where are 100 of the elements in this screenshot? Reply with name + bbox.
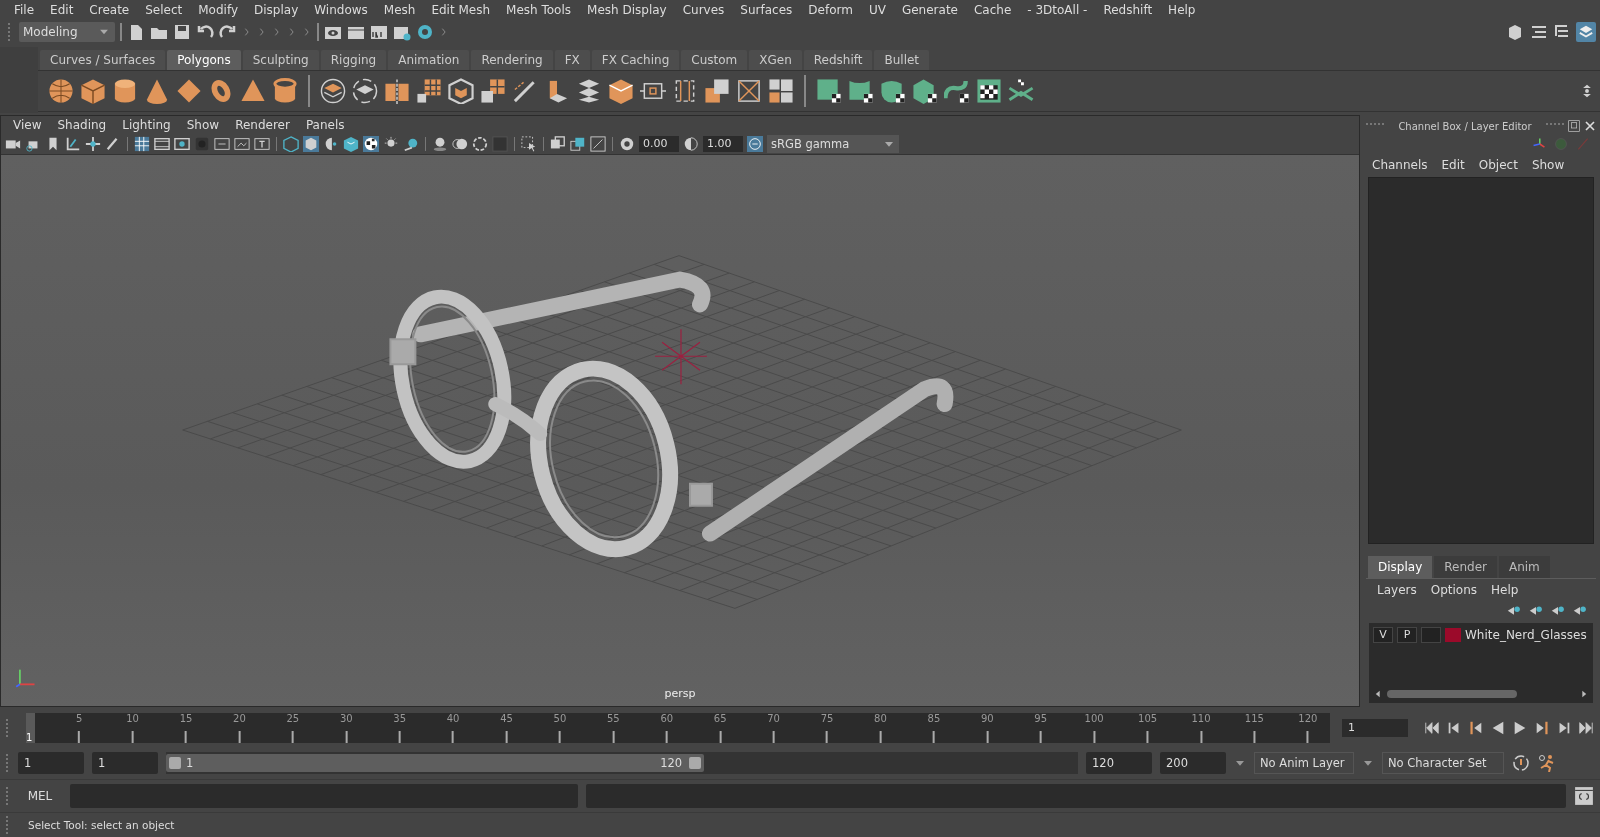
time-slider[interactable]: 5 10 15 20 25 30 35 40 45 50 55 60 65 70 75 80 85 90 95 100 105 110 115 120 1 [26,713,1330,743]
square-target-icon[interactable] [736,78,762,104]
save-icon[interactable] [173,23,191,41]
half-disc-checker-icon[interactable] [880,78,906,104]
menu-item[interactable]: Help [1160,3,1204,17]
wave-checker-icon[interactable] [944,78,970,104]
layer-editor-tab[interactable]: Anim [1498,556,1550,578]
shelf-tab[interactable]: Curves / Surfaces [40,50,166,70]
scroll-left-icon[interactable] [1373,689,1383,699]
textured-cube-icon[interactable] [343,136,359,152]
resolution-gate-icon[interactable] [174,136,190,152]
panel-menu-item[interactable]: Panels [297,118,353,132]
layers-circle-icon[interactable] [352,78,378,104]
script-editor-icon[interactable] [1574,786,1594,806]
menu-item[interactable]: Mesh [375,3,424,17]
scroll-right-icon[interactable] [1579,689,1589,699]
layer-menu-item[interactable]: Layers [1377,583,1417,597]
close-icon[interactable] [1584,120,1596,132]
skip-to-start-icon[interactable] [1424,720,1440,736]
safe-title-icon[interactable] [254,136,270,152]
half-moon-icon[interactable] [323,136,339,152]
shelf-tab[interactable]: Redshift [803,50,873,70]
menu-item[interactable]: Select [137,3,191,17]
menu-item[interactable]: Mesh Display [579,3,675,17]
key-sync-icon[interactable] [1512,754,1530,772]
shelf-tab[interactable]: Custom [681,50,748,70]
perspective-viewport[interactable]: persp [1,155,1359,706]
panel-menu-item[interactable]: Renderer [227,118,298,132]
playback-start-field[interactable]: 1 [92,752,158,774]
shelf-tab[interactable]: Rendering [471,50,553,70]
range-handle[interactable] [169,757,181,769]
layer-editor-tab[interactable]: Render [1434,556,1497,578]
layer-color-swatch[interactable] [1445,628,1461,642]
ambient-occlusion-icon[interactable] [432,136,448,152]
current-frame-marker[interactable]: 1 [26,713,35,743]
anim-layer-dropdown[interactable]: No Anim Layer [1254,752,1354,774]
panel-menu-item[interactable]: Lighting [114,118,179,132]
sphere-icon[interactable] [48,78,74,104]
xray-components-icon[interactable] [590,136,606,152]
diamond-icon[interactable] [176,78,202,104]
menu-item[interactable]: Curves [674,3,733,17]
running-figure-icon[interactable] [1538,754,1556,772]
menu-item[interactable]: File [6,3,43,17]
wireframe-cube-icon[interactable] [283,136,299,152]
current-frame-field[interactable]: 1 [1342,719,1408,737]
squares-icon[interactable] [768,78,794,104]
playback-toggle[interactable]: P [1397,627,1417,643]
command-input-field[interactable] [70,784,578,808]
color-space-dropdown[interactable]: sRGB gamma [767,135,899,153]
exposure-field[interactable]: 0.00 [639,136,679,152]
shelf-tab[interactable]: FX [554,50,590,70]
workspace-dropdown[interactable]: Modeling [19,22,115,42]
grid-icon[interactable] [134,136,150,152]
menu-item[interactable]: Surfaces [732,3,801,17]
playback-end-field[interactable]: 120 [1086,752,1152,774]
menu-item[interactable]: Create [81,3,138,17]
cube-checker-icon[interactable] [912,78,938,104]
layer-menu-item[interactable]: Options [1430,583,1478,597]
shelf-tab[interactable]: FX Caching [591,50,680,70]
pyramid-icon[interactable] [240,78,266,104]
shelf-tab[interactable]: Polygons [167,50,241,70]
command-language-label[interactable]: MEL [18,789,62,803]
step-forward-key-icon[interactable] [1534,720,1550,736]
motion-blur-icon[interactable] [452,136,468,152]
menu-item[interactable]: UV [860,3,894,17]
start-frame-field[interactable]: 1 [18,752,84,774]
shelf-tab[interactable]: Rigging [320,50,387,70]
safe-action-icon[interactable] [234,136,250,152]
panel-menu-item[interactable]: View [5,118,50,132]
isolate-select-icon[interactable] [521,136,537,152]
cone-icon[interactable] [144,78,170,104]
list-icon[interactable] [1530,23,1548,41]
menu-item[interactable]: Display [246,3,307,17]
menu-item[interactable]: Mesh Tools [498,3,580,17]
reference-toggle[interactable] [1421,627,1441,643]
anti-alias-icon[interactable] [472,136,488,152]
ring-icon[interactable] [416,23,434,41]
grid-icon[interactable] [480,78,506,104]
gamma-field[interactable]: 1.00 [703,136,743,152]
panel-menu-item[interactable]: Show [178,118,228,132]
split-square-icon[interactable] [704,78,730,104]
cube-icon[interactable] [80,78,106,104]
menu-item[interactable]: Windows [306,3,376,17]
layers-circle-icon[interactable] [320,78,346,104]
window-checker-icon[interactable] [976,78,1002,104]
field-chart-icon[interactable] [214,136,230,152]
shadow-ball-icon[interactable] [403,136,419,152]
pipe-icon[interactable] [272,78,298,104]
visibility-toggle[interactable]: V [1373,627,1393,643]
menu-item[interactable]: - 3DtoAll - [1019,3,1096,17]
color-management-icon[interactable] [747,136,763,152]
layer-menu-item[interactable]: Help [1491,583,1519,597]
skip-to-end-icon[interactable] [1578,720,1594,736]
shelf-tab[interactable]: XGen [749,50,802,70]
knife-icon[interactable] [512,78,538,104]
cube-outline-icon[interactable] [448,78,474,104]
menu-item[interactable]: Redshift [1095,3,1161,17]
range-slider[interactable]: 1 120 [166,752,1078,774]
step-back-key-icon[interactable] [1468,720,1484,736]
menu-item[interactable]: Modify [190,3,246,17]
